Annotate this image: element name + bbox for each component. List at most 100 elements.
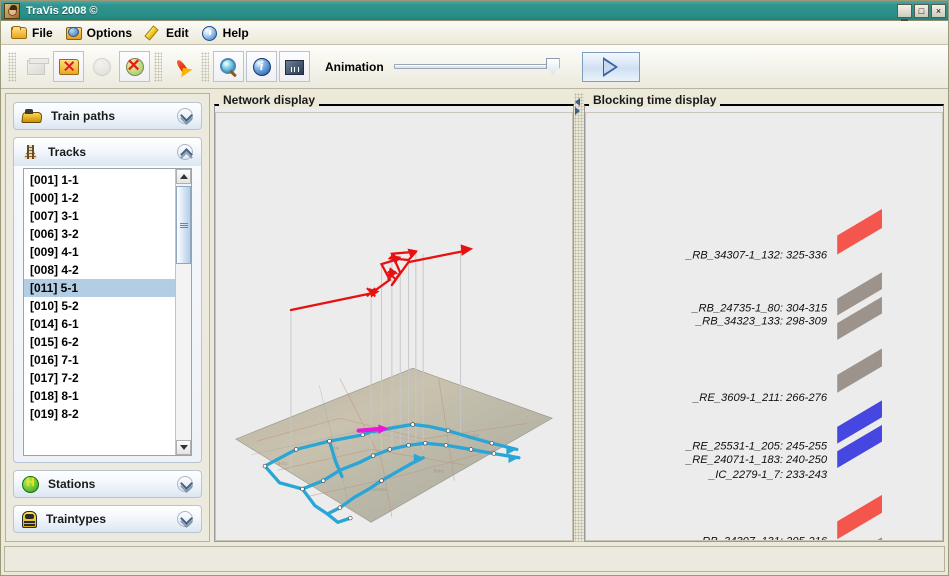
toolbar-grip[interactable] xyxy=(8,51,16,82)
sidebar-item-train-paths-label: Train paths xyxy=(51,109,116,123)
minimize-button[interactable]: _ xyxy=(897,3,912,21)
menu-options[interactable]: Options xyxy=(62,23,139,42)
menu-file-label: File xyxy=(32,25,53,40)
animation-slider-track[interactable] xyxy=(393,64,554,69)
title-bar: TraVis 2008 © _ □ × xyxy=(1,1,948,21)
animation-slider-thumb[interactable] xyxy=(545,57,560,75)
collapse-left-icon[interactable] xyxy=(575,98,580,106)
close-icon: × xyxy=(935,5,942,16)
rocket-icon xyxy=(171,56,193,78)
sidebar-item-traintypes[interactable]: Traintypes xyxy=(13,505,202,533)
split-divider[interactable] xyxy=(574,93,584,542)
help-icon xyxy=(201,25,219,41)
svg-text:Netz: Netz xyxy=(277,461,286,466)
menu-edit[interactable]: Edit xyxy=(141,24,196,42)
blocking-time-label: _RB_24735-1_80: 304-315 xyxy=(691,302,828,314)
sidebar-item-tracks-label: Tracks xyxy=(48,145,87,159)
tracks-list-scrollbar[interactable] xyxy=(175,169,191,455)
blocking-time-chart[interactable]: _RB_34307-1_132: 325-336 _RB_24735-1_80: … xyxy=(585,106,943,542)
play-button[interactable] xyxy=(581,51,640,82)
run-simulation-button[interactable] xyxy=(166,51,197,82)
blocking-time-label: _RE_25531-1_205: 245-255 xyxy=(685,441,828,453)
scrollbar-thumb[interactable] xyxy=(176,186,191,264)
menu-help-label: Help xyxy=(222,25,249,40)
blocking-time-label: _RB_34307_131: 205-216 xyxy=(695,535,828,542)
chevron-down-icon[interactable] xyxy=(177,511,193,527)
collapse-right-icon[interactable] xyxy=(575,107,580,115)
scrollbar-track[interactable] xyxy=(176,184,191,440)
animation-slider[interactable] xyxy=(393,57,560,76)
chart-button[interactable] xyxy=(279,51,310,82)
blocking-time-display-title: Blocking time display xyxy=(589,93,721,107)
list-item[interactable]: [019] 8-2 xyxy=(24,405,175,423)
list-item[interactable]: [016] 7-1 xyxy=(24,351,175,369)
list-item[interactable]: [014] 6-1 xyxy=(24,315,175,333)
animation-label: Animation xyxy=(325,59,384,74)
traintype-icon xyxy=(22,510,37,528)
sidebar-item-tracks[interactable]: Tracks xyxy=(14,138,201,166)
minimize-icon: _ xyxy=(901,6,908,21)
save-button[interactable] xyxy=(86,51,117,82)
chevron-up-icon[interactable] xyxy=(177,144,193,160)
chart-icon xyxy=(284,56,306,78)
blocking-time-label: _IC_2279-1_7: 233-243 xyxy=(708,469,828,481)
delete-timetable-button[interactable] xyxy=(119,51,150,82)
sidebar-item-stations[interactable]: Stations xyxy=(13,470,202,498)
box-icon xyxy=(25,56,49,78)
blocking-time-block[interactable] xyxy=(837,537,882,542)
maximize-button[interactable]: □ xyxy=(914,3,929,18)
list-item[interactable]: [017] 7-2 xyxy=(24,369,175,387)
list-item[interactable]: [009] 4-1 xyxy=(24,243,175,261)
main-content: Train paths Tracks [001] 1-1 [000] 1-2 [00… xyxy=(1,89,948,542)
menu-help[interactable]: Help xyxy=(198,23,256,42)
disc-icon xyxy=(91,56,113,78)
status-bar xyxy=(4,546,945,572)
blocking-time-block[interactable] xyxy=(837,348,882,393)
blocking-time-label: _RE_3609-1_211: 266-276 xyxy=(692,392,828,404)
network-3d-canvas[interactable]: NetzStrecke BahnLinie Knoten xyxy=(215,106,573,542)
scroll-up-arrow-icon[interactable] xyxy=(176,169,191,184)
list-item[interactable]: [000] 1-2 xyxy=(24,189,175,207)
list-item[interactable]: [011] 5-1 xyxy=(24,279,175,297)
list-item[interactable]: [018] 8-1 xyxy=(24,387,175,405)
blocking-time-block[interactable] xyxy=(837,494,882,540)
list-item[interactable]: [010] 5-2 xyxy=(24,297,175,315)
close-button[interactable]: × xyxy=(931,3,946,18)
blocking-time-display-panel: Blocking time display _RB_34307-1_132: 3… xyxy=(584,93,944,542)
chevron-down-icon[interactable] xyxy=(177,108,193,124)
list-item[interactable]: [008] 4-2 xyxy=(24,261,175,279)
blocking-time-block[interactable] xyxy=(837,209,882,255)
toolbar-grip-2[interactable] xyxy=(154,51,162,82)
animation-controls: Animation xyxy=(325,51,640,82)
chevron-down-icon[interactable] xyxy=(177,476,193,492)
sidebar-item-train-paths[interactable]: Train paths xyxy=(13,102,202,130)
app-icon xyxy=(4,2,20,19)
open-file-button[interactable] xyxy=(20,51,51,82)
blocking-time-label: _RE_24071-1_183: 240-250 xyxy=(685,454,828,466)
sidebar-item-traintypes-label: Traintypes xyxy=(46,512,107,526)
list-item[interactable]: [006] 3-2 xyxy=(24,225,175,243)
split-pane: Network display Netz Strecke Bahn Linie … xyxy=(210,93,944,542)
toolbar-grip-3[interactable] xyxy=(201,51,209,82)
info-button[interactable] xyxy=(246,51,277,82)
zoom-button[interactable] xyxy=(213,51,244,82)
network-display-canvas-border: Netz Strecke Bahn Linie Knoten xyxy=(214,104,574,542)
scroll-down-arrow-icon[interactable] xyxy=(176,440,191,455)
list-item[interactable]: [015] 6-2 xyxy=(24,333,175,351)
options-icon xyxy=(65,25,83,40)
list-item[interactable]: [007] 3-1 xyxy=(24,207,175,225)
blocking-time-label: _RB_34323_133: 298-309 xyxy=(695,316,827,328)
maximize-icon: □ xyxy=(918,5,925,16)
tracks-list[interactable]: [001] 1-1 [000] 1-2 [007] 3-1 [006] 3-2 [009… xyxy=(23,168,192,456)
menu-file[interactable]: File xyxy=(7,23,60,42)
play-icon xyxy=(603,56,619,77)
disc-delete-icon xyxy=(124,56,146,78)
train-icon xyxy=(22,109,42,123)
window-controls: _ □ × xyxy=(897,3,946,21)
pencil-icon xyxy=(145,26,162,40)
list-item[interactable]: [001] 1-1 xyxy=(24,171,175,189)
divider-collapse-arrows[interactable] xyxy=(575,97,583,116)
close-network-button[interactable] xyxy=(53,51,84,82)
svg-text:Bahn: Bahn xyxy=(434,468,445,473)
tracks-list-body[interactable]: [001] 1-1 [000] 1-2 [007] 3-1 [006] 3-2 [009… xyxy=(24,169,175,455)
